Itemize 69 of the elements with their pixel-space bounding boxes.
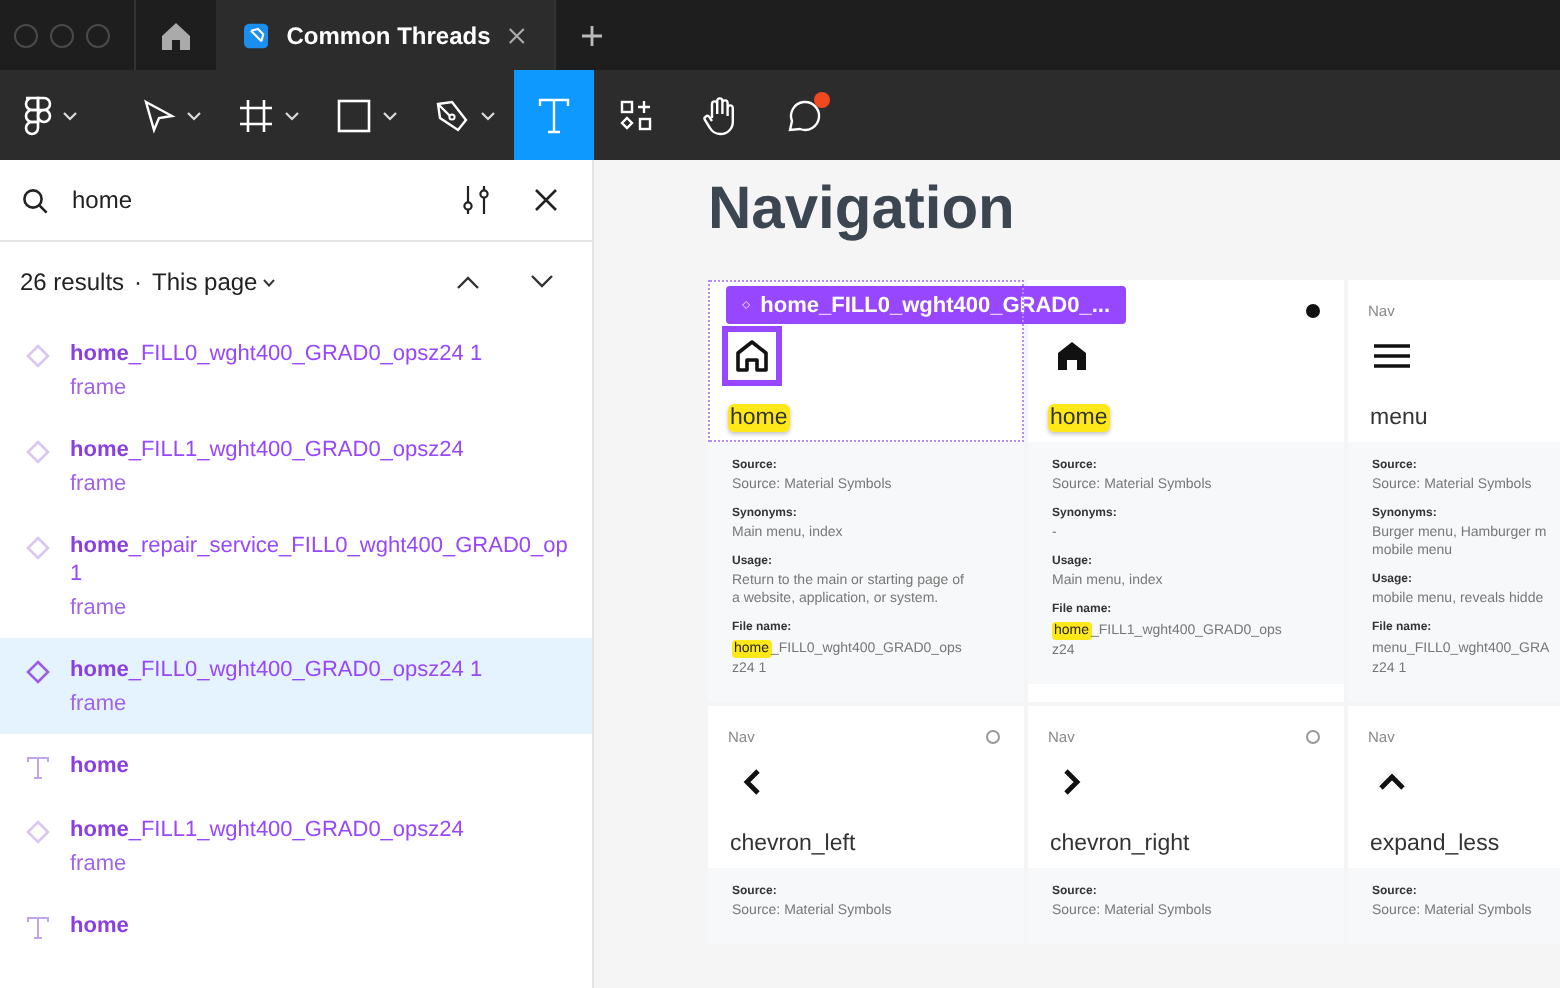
close-icon[interactable]	[534, 188, 558, 212]
chevron-down-icon	[480, 109, 496, 121]
chevron-down-icon	[382, 109, 398, 121]
pen-icon	[434, 97, 470, 133]
house-icon	[1054, 338, 1090, 374]
frame-icon	[238, 97, 274, 133]
chevron-up-icon[interactable]	[456, 274, 480, 290]
text-icon	[26, 916, 50, 940]
result-item[interactable]: home_FILL0_wght400_GRAD0_opsz24 1 frame	[0, 322, 592, 418]
search-icon	[22, 187, 48, 213]
result-item[interactable]: home_FILL1_wght400_GRAD0_opsz24 frame	[0, 798, 592, 894]
chevron-left-icon	[742, 768, 762, 796]
result-title: home_FILL1_wght400_GRAD0_opsz24	[70, 816, 464, 844]
result-type: frame	[70, 852, 129, 876]
separator-dot: ·	[134, 268, 143, 296]
result-item[interactable]: home_FILL1_wght400_GRAD0_opsz24 frame	[0, 418, 592, 514]
scope-dropdown[interactable]: This page	[152, 268, 276, 296]
text-icon	[26, 756, 50, 780]
search-field[interactable]: home	[64, 186, 446, 214]
diamond-icon	[26, 440, 50, 464]
result-type: frame	[70, 472, 129, 496]
logo-icon	[24, 95, 52, 135]
filter-icon[interactable]	[462, 184, 490, 216]
menu-icon	[1374, 342, 1410, 370]
cursor-icon	[140, 97, 176, 133]
chevron-right-icon	[1062, 768, 1082, 796]
icon-name: chevron_right	[1048, 830, 1192, 858]
document-tab[interactable]: Common Threads	[216, 0, 556, 70]
result-item[interactable]: home	[0, 734, 592, 798]
results-count: 26 results	[20, 268, 125, 296]
diamond-icon	[26, 536, 50, 560]
chevron-down-icon	[186, 109, 202, 121]
result-item[interactable]: home_FILL0_wght400_GRAD0_opsz24 1 frame	[0, 638, 592, 734]
diamond-icon	[26, 660, 50, 684]
close-icon[interactable]	[508, 25, 526, 45]
chevron-down-icon	[261, 277, 276, 287]
shapes-icon	[620, 99, 652, 131]
result-item[interactable]: home_repair_service_FILL0_wght400_GRAD0_op 1 frame	[0, 514, 592, 638]
diamond-icon	[26, 820, 50, 844]
result-title: home	[70, 752, 129, 780]
result-type: frame	[70, 692, 129, 716]
page-heading: Navigation	[708, 174, 1017, 246]
icon-name: expand_less	[1368, 830, 1502, 858]
result-item[interactable]: home	[0, 894, 592, 958]
file-icon	[244, 21, 269, 49]
icon-name: menu	[1368, 404, 1430, 432]
result-title: home_FILL0_wght400_GRAD0_opsz24 1	[70, 656, 483, 684]
result-type: frame	[70, 376, 129, 400]
new-tab-icon[interactable]	[580, 23, 604, 47]
result-title: home	[70, 912, 129, 940]
chevron-down-icon	[284, 109, 300, 121]
icon-name: home	[728, 404, 790, 432]
chevron-up-icon	[1378, 772, 1406, 792]
chevron-down-icon[interactable]	[530, 274, 554, 290]
house-icon	[160, 19, 192, 51]
selection-label: home_FILL0_wght400_GRAD0_...	[726, 286, 1126, 324]
icon-name: chevron_left	[728, 830, 858, 858]
diamond-icon	[26, 344, 50, 368]
speech-bubble-icon	[784, 95, 824, 135]
result-title: home_FILL0_wght400_GRAD0_opsz24 1	[70, 340, 483, 368]
text-icon	[538, 97, 570, 133]
result-type: frame	[70, 596, 129, 620]
house-icon	[734, 338, 770, 374]
rectangle-icon	[336, 97, 372, 133]
icon-name: home	[1048, 404, 1110, 432]
result-title: home_FILL1_wght400_GRAD0_opsz24	[70, 436, 464, 464]
result-title: home_repair_service_FILL0_wght400_GRAD0_op 1	[70, 532, 570, 588]
hand-icon	[702, 95, 738, 135]
chevron-down-icon	[62, 109, 78, 121]
